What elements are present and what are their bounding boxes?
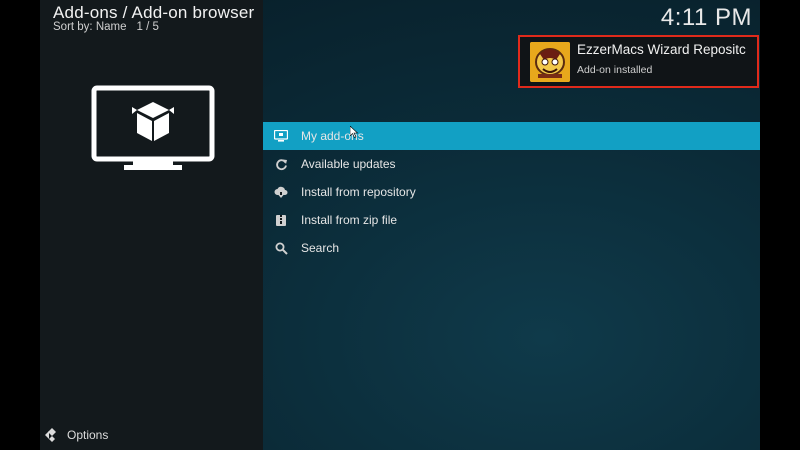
- addon-installed-notification: EzzerMacs Wizard Repositc Add-on install…: [518, 35, 759, 88]
- menu-item-search[interactable]: Search: [263, 234, 760, 262]
- menu-item-label: Install from repository: [301, 185, 416, 199]
- clock: 4:11 PM: [660, 4, 752, 31]
- notification-title: EzzerMacs Wizard Repositc: [577, 42, 746, 57]
- refresh-icon: [274, 157, 288, 171]
- monitor-icon: [274, 129, 288, 143]
- menu-item-my-addons[interactable]: My add-ons: [263, 122, 760, 150]
- options-button[interactable]: Options: [45, 428, 108, 442]
- menu-item-available-updates[interactable]: Available updates: [263, 150, 760, 178]
- zip-file-icon: [274, 213, 288, 227]
- search-icon: [274, 241, 288, 255]
- mouse-cursor-icon: [350, 126, 358, 138]
- cloud-download-icon: [274, 185, 288, 199]
- letterbox-right: [760, 0, 800, 450]
- menu-item-label: Install from zip file: [301, 213, 398, 227]
- letterbox-left: [0, 0, 40, 450]
- menu-item-install-from-zip[interactable]: Install from zip file: [263, 206, 760, 234]
- left-info-panel: [40, 0, 263, 450]
- sort-info: Sort by: Name 1 / 5: [53, 21, 159, 33]
- options-label: Options: [67, 428, 109, 442]
- menu-item-install-from-repository[interactable]: Install from repository: [263, 178, 760, 206]
- addon-menu: My add-ons Available updates Install fro…: [263, 122, 760, 262]
- sort-label: Sort by: Name: [53, 21, 127, 33]
- addon-box-tv-icon: [91, 85, 215, 170]
- notification-message: Add-on installed: [577, 64, 653, 76]
- page-title: Add-ons / Add-on browser: [53, 3, 255, 22]
- page-indicator: 1 / 5: [136, 21, 159, 33]
- menu-item-label: Search: [301, 241, 340, 255]
- addon-thumbnail-icon: [530, 42, 570, 82]
- options-arrows-icon: [45, 428, 56, 442]
- menu-item-label: Available updates: [301, 157, 396, 171]
